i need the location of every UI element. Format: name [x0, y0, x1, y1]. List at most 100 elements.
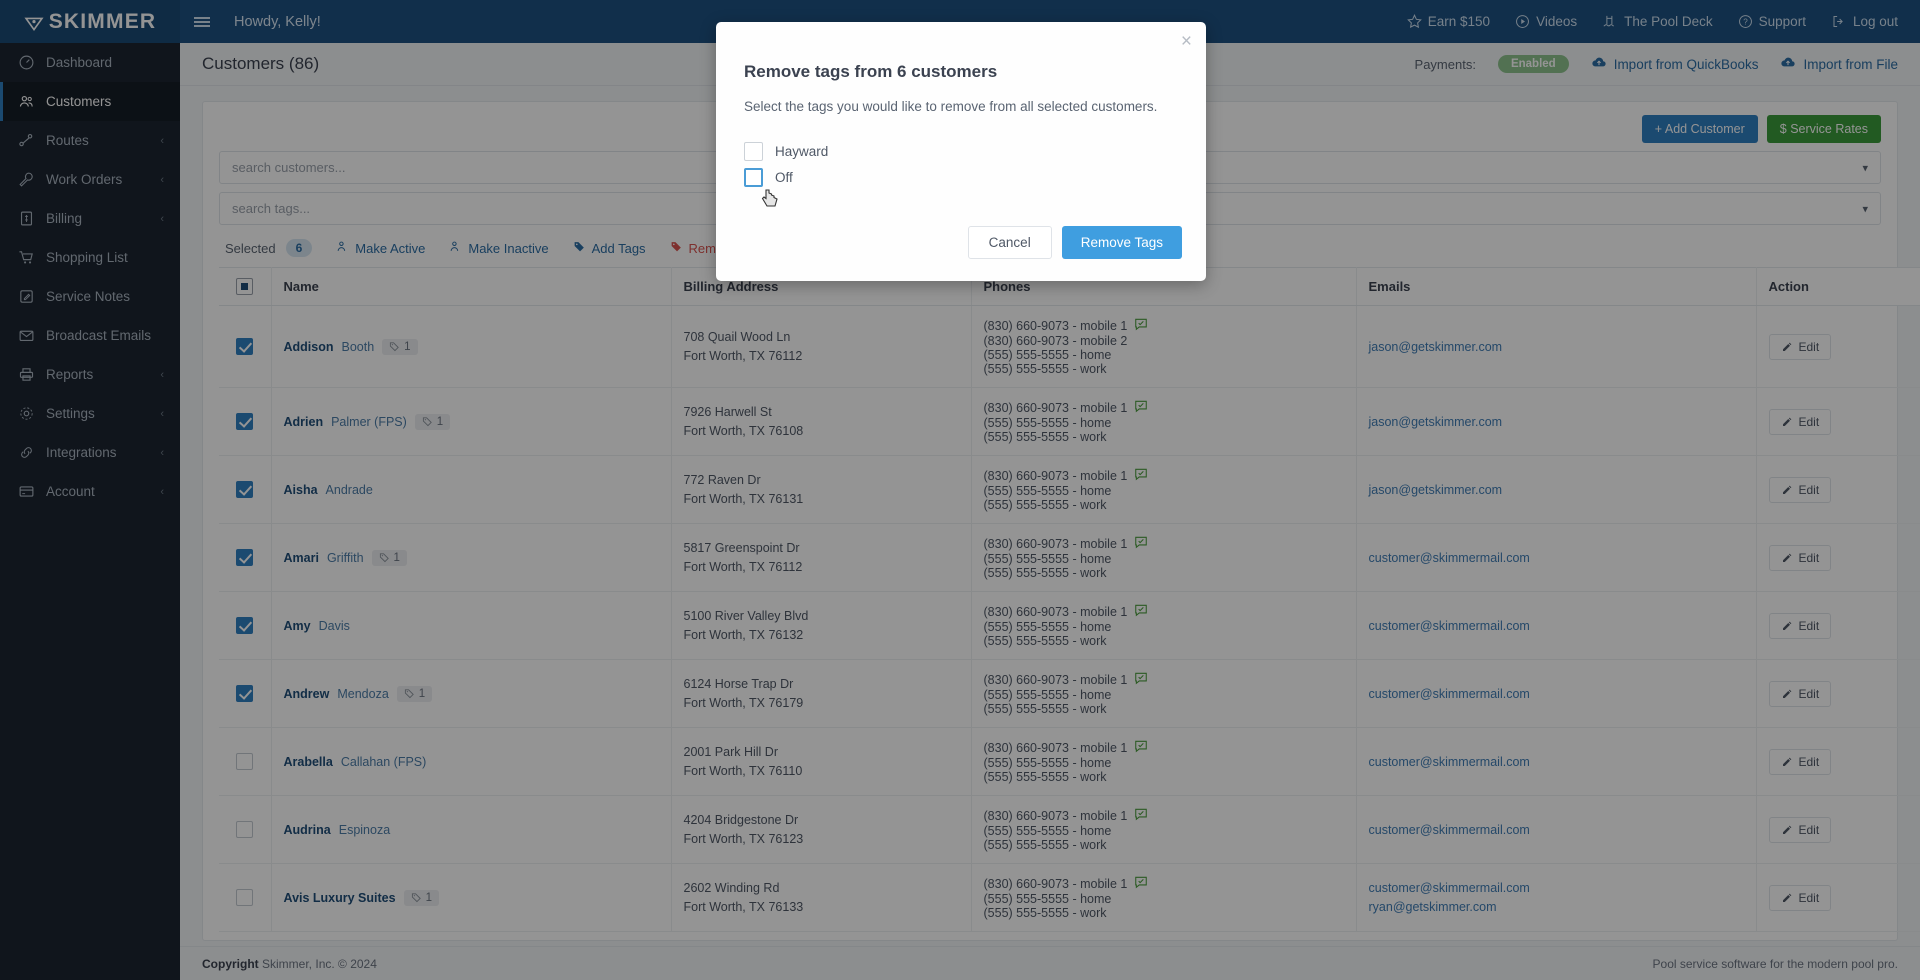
- row-select-cell[interactable]: [219, 455, 272, 525]
- tag-count-chip[interactable]: 1: [414, 413, 451, 430]
- edit-button[interactable]: Edit: [1768, 748, 1832, 775]
- table-row[interactable]: Amy Davis 5100 River Valley Blvd Fort Wort…: [219, 591, 1920, 661]
- brand-logo[interactable]: SKIMMER: [0, 0, 180, 43]
- tag-count-chip[interactable]: 1: [403, 889, 439, 906]
- sidebar-item-customers[interactable]: Customers: [0, 82, 180, 121]
- row-checkbox[interactable]: [236, 753, 254, 771]
- tag-count-chip[interactable]: 1: [396, 685, 433, 702]
- email-link[interactable]: jason@getskimmer.com: [1369, 413, 1744, 431]
- emails-cell: customer@skimmermail.com: [1356, 523, 1757, 593]
- row-select-cell[interactable]: [219, 523, 272, 593]
- row-select-cell[interactable]: [219, 387, 272, 457]
- topnav-support[interactable]: ? Support: [1738, 14, 1806, 29]
- topnav-logout[interactable]: Log out: [1831, 14, 1898, 29]
- customer-name[interactable]: Addison Booth 1: [284, 338, 659, 355]
- table-row[interactable]: Audrina Espinoza 4204 Bridgestone Dr Fort …: [219, 795, 1920, 865]
- customer-name[interactable]: Amy Davis: [284, 619, 659, 633]
- sidebar-label-broadcast-emails: Broadcast Emails: [46, 328, 152, 343]
- tag-option-hayward[interactable]: Hayward: [744, 142, 1178, 161]
- email-link[interactable]: customer@skimmermail.com: [1369, 549, 1744, 567]
- topnav-earn[interactable]: Earn $150: [1406, 14, 1490, 29]
- sidebar-item-work-orders[interactable]: Work Orders ‹: [0, 160, 180, 199]
- row-checkbox[interactable]: [236, 821, 254, 839]
- row-select-cell[interactable]: [219, 795, 272, 865]
- tag-checkbox-hayward[interactable]: [744, 142, 763, 161]
- table-row[interactable]: Arabella Callahan (FPS) 2001 Park Hill Dr…: [219, 727, 1920, 797]
- make-inactive-action[interactable]: Make Inactive: [449, 240, 549, 256]
- customer-name[interactable]: Adrien Palmer (FPS) 1: [284, 413, 659, 430]
- cancel-button[interactable]: Cancel: [967, 226, 1052, 259]
- email-link[interactable]: customer@skimmermail.com: [1369, 821, 1744, 839]
- emails-cell: jason@getskimmer.com: [1356, 387, 1757, 457]
- sidebar-item-account[interactable]: Account ‹: [0, 472, 180, 511]
- add-tags-action[interactable]: Add Tags: [573, 240, 646, 256]
- sidebar-item-billing[interactable]: Billing ‹: [0, 199, 180, 238]
- edit-button[interactable]: Edit: [1768, 544, 1832, 571]
- sidebar-item-shopping-list[interactable]: Shopping List: [0, 238, 180, 277]
- edit-button[interactable]: Edit: [1768, 408, 1832, 435]
- customer-name[interactable]: Aisha Andrade: [284, 483, 659, 497]
- row-select-cell[interactable]: [219, 659, 272, 729]
- pool-icon: [1602, 14, 1618, 29]
- sidebar-item-settings[interactable]: Settings ‹: [0, 394, 180, 433]
- email-link[interactable]: customer@skimmermail.com: [1369, 617, 1744, 635]
- customer-name[interactable]: Andrew Mendoza 1: [284, 685, 659, 702]
- import-file-link[interactable]: Import from File: [1780, 56, 1898, 72]
- table-row[interactable]: Andrew Mendoza 1 6124 Horse Trap Dr Fort Wo…: [219, 659, 1920, 729]
- table-row[interactable]: Aisha Andrade 772 Raven Dr Fort Worth, TX …: [219, 455, 1920, 525]
- row-checkbox[interactable]: [236, 481, 254, 499]
- row-select-cell[interactable]: [219, 305, 272, 389]
- make-active-label: Make Active: [355, 240, 426, 256]
- tag-checkbox-off[interactable]: [744, 168, 763, 187]
- row-select-cell[interactable]: [219, 863, 272, 933]
- tag-count-chip[interactable]: 1: [371, 549, 407, 566]
- row-select-cell[interactable]: [219, 727, 272, 797]
- customer-name[interactable]: Avis Luxury Suites 1: [284, 889, 659, 906]
- email-link[interactable]: jason@getskimmer.com: [1369, 338, 1744, 356]
- table-row[interactable]: Avis Luxury Suites 1 2602 Winding Rd Fort W…: [219, 863, 1920, 933]
- sidebar-item-dashboard[interactable]: Dashboard: [0, 43, 180, 82]
- email-link[interactable]: customer@skimmermail.com: [1369, 753, 1744, 771]
- add-customer-button[interactable]: + Add Customer: [1641, 115, 1758, 143]
- row-select-cell[interactable]: [219, 591, 272, 661]
- remove-tags-confirm-button[interactable]: Remove Tags: [1061, 226, 1182, 259]
- customer-name[interactable]: Amari Griffith 1: [284, 549, 659, 566]
- sidebar-item-routes[interactable]: Routes ‹: [0, 121, 180, 160]
- row-checkbox[interactable]: [236, 685, 254, 703]
- edit-button[interactable]: Edit: [1768, 333, 1832, 360]
- select-all-checkbox[interactable]: [236, 278, 254, 296]
- menu-toggle-icon[interactable]: [180, 0, 224, 43]
- edit-button[interactable]: Edit: [1768, 816, 1832, 843]
- tag-count-chip[interactable]: 1: [382, 338, 418, 355]
- customer-name[interactable]: Audrina Espinoza: [284, 823, 659, 837]
- close-icon[interactable]: ×: [1181, 32, 1192, 51]
- row-checkbox[interactable]: [236, 338, 254, 356]
- row-checkbox[interactable]: [236, 617, 254, 635]
- table-row[interactable]: Amari Griffith 1 5817 Greenspoint Dr Fort W…: [219, 523, 1920, 593]
- table-row[interactable]: Addison Booth 1 708 Quail Wood Ln Fort Wort…: [219, 305, 1920, 389]
- sidebar-item-integrations[interactable]: Integrations ‹: [0, 433, 180, 472]
- edit-button[interactable]: Edit: [1768, 476, 1832, 503]
- row-checkbox[interactable]: [236, 549, 254, 567]
- tag-option-off[interactable]: Off: [744, 168, 1178, 207]
- email-link[interactable]: customer@skimmermail.com: [1369, 685, 1744, 703]
- edit-button[interactable]: Edit: [1768, 680, 1832, 707]
- sidebar-item-broadcast-emails[interactable]: Broadcast Emails: [0, 316, 180, 355]
- email-link[interactable]: jason@getskimmer.com: [1369, 481, 1744, 499]
- make-active-action[interactable]: Make Active: [336, 240, 425, 256]
- topnav-videos[interactable]: Videos: [1515, 14, 1577, 29]
- sidebar-item-service-notes[interactable]: Service Notes: [0, 277, 180, 316]
- import-quickbooks-link[interactable]: Import from QuickBooks: [1591, 56, 1758, 72]
- email-link[interactable]: ryan@getskimmer.com: [1369, 898, 1744, 916]
- customer-name[interactable]: Arabella Callahan (FPS): [284, 755, 659, 769]
- billing-address-cell: 2602 Winding Rd Fort Worth, TX 76133: [671, 863, 972, 933]
- service-rates-button[interactable]: $ Service Rates: [1766, 115, 1881, 143]
- edit-button[interactable]: Edit: [1768, 612, 1832, 639]
- sidebar-item-reports[interactable]: Reports ‹: [0, 355, 180, 394]
- row-checkbox[interactable]: [236, 889, 254, 907]
- edit-button[interactable]: Edit: [1768, 884, 1832, 911]
- topnav-pool-deck[interactable]: The Pool Deck: [1602, 14, 1713, 29]
- email-link[interactable]: customer@skimmermail.com: [1369, 879, 1744, 897]
- row-checkbox[interactable]: [236, 413, 254, 431]
- table-row[interactable]: Adrien Palmer (FPS) 1 7926 Harwell St Fort …: [219, 387, 1920, 457]
